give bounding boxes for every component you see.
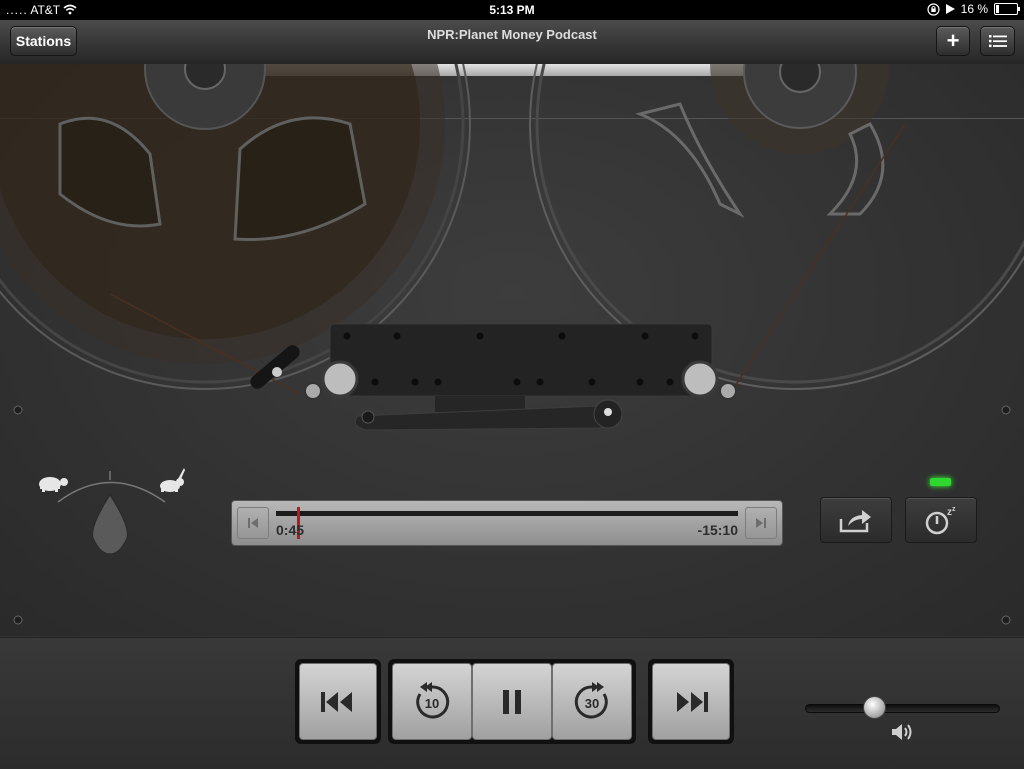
speed-knob[interactable] <box>92 494 128 555</box>
previous-track-button[interactable] <box>299 663 377 740</box>
orientation-lock-icon <box>927 2 940 16</box>
svg-text:10: 10 <box>425 696 439 711</box>
battery-percent: 16 % <box>960 2 988 16</box>
progress-track[interactable] <box>276 511 738 516</box>
skip-previous-icon <box>321 691 352 712</box>
add-button[interactable]: + <box>936 26 970 56</box>
playback-speed-control[interactable] <box>30 468 190 558</box>
previous-group <box>295 659 381 744</box>
progress-panel: 0:45 -15:10 <box>231 500 783 546</box>
rabbit-icon <box>160 468 185 492</box>
svg-text:30: 30 <box>585 696 599 711</box>
remaining-time: -15:10 <box>697 522 738 538</box>
battery-icon <box>994 3 1020 15</box>
head-plate <box>304 323 737 416</box>
add-icon: + <box>946 28 960 53</box>
pause-button[interactable] <box>472 663 552 740</box>
rewind-10-icon: 10 <box>416 681 450 718</box>
page-title: NPR:Planet Money Podcast <box>427 27 597 42</box>
share-button[interactable] <box>820 497 892 543</box>
sleep-timer-icon: z z <box>925 506 956 535</box>
next-track-button[interactable] <box>652 663 730 740</box>
volume-slider[interactable] <box>805 696 1000 719</box>
skip-previous-small-icon <box>248 518 258 528</box>
status-time: 5:13 PM <box>489 3 535 17</box>
pause-icon <box>503 689 521 714</box>
sleep-timer-indicator <box>930 478 951 486</box>
skip-to-start-button[interactable] <box>237 507 269 539</box>
list-button[interactable] <box>980 26 1015 56</box>
list-icon <box>988 35 1007 48</box>
status-right: 16 % <box>927 2 1020 16</box>
forward-30-icon: 30 <box>574 681 608 718</box>
play-status-icon <box>945 4 955 14</box>
skip-next-small-icon <box>756 518 766 528</box>
forward-30-button[interactable]: 30 <box>552 663 632 740</box>
share-icon <box>839 510 871 533</box>
speaker-icon <box>892 724 912 740</box>
status-bar: ..... AT&T 5:13 PM 16 % <box>0 0 1024 20</box>
rewind-10-button[interactable]: 10 <box>392 663 472 740</box>
volume-track[interactable] <box>805 704 1000 713</box>
elapsed-time: 0:45 <box>276 522 305 538</box>
sleep-timer-button[interactable]: z z <box>905 497 977 543</box>
nav-bar: Stations NPR:Planet Money Podcast + <box>0 20 1024 65</box>
transport-group: 10 30 <box>388 659 636 744</box>
turtle-icon <box>39 477 68 492</box>
next-group <box>648 659 734 744</box>
skip-next-icon <box>677 691 708 712</box>
svg-text:z: z <box>952 506 956 513</box>
skip-to-end-button[interactable] <box>745 507 777 539</box>
